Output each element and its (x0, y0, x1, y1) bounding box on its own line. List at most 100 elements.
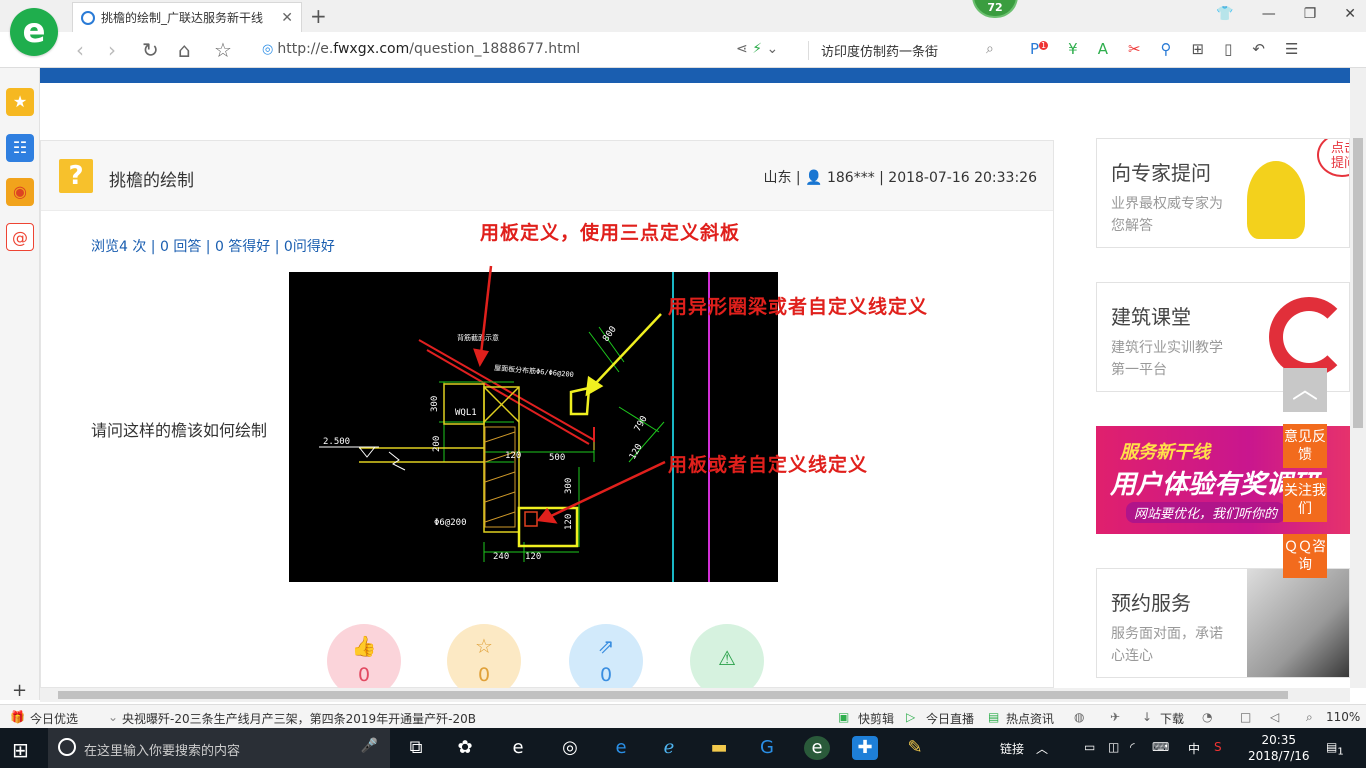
microphone-icon[interactable]: 🎤 (361, 738, 378, 754)
tab-title: 挑檐的绘制_广联达服务新干线 (101, 11, 264, 25)
back-to-top-icon[interactable]: ︿ (1283, 368, 1327, 412)
close-window-icon[interactable]: ✕ (1344, 6, 1356, 22)
horizontal-scrollbar[interactable] (40, 688, 1350, 702)
menu-icon[interactable]: ☰ (1285, 40, 1298, 58)
vertical-scrollbar[interactable] (1350, 68, 1366, 688)
network-icon[interactable]: ◫ (1108, 740, 1119, 754)
toolbar-extensions: P1 ¥ A ✂ ⚲ ⊞ ▯ ↶ ☰ (1030, 40, 1298, 58)
home-icon[interactable]: ⌂ (178, 38, 191, 62)
star-icon: ☆ (475, 634, 493, 658)
tray-link[interactable]: 链接 (1000, 740, 1024, 757)
share-icon[interactable]: ⋖ ⚡ ⌄ (736, 41, 778, 57)
ie-e-icon[interactable]: e (505, 736, 531, 760)
browser-status-bar: 🎁 今日优选 ⌄ 央视曝歼-20三条生产线月产三架，第四条2019年开通量产歼-… (0, 704, 1366, 728)
glodon-icon[interactable]: G (754, 736, 780, 760)
site-security-icon: ◎ (262, 42, 274, 57)
notes-app-icon[interactable]: ✎ (902, 736, 928, 760)
like-button[interactable]: 👍 0 (327, 624, 401, 698)
url-field[interactable]: ◎ http://e.fwxgx.com/question_1888677.htm… (262, 41, 580, 57)
favorite-button[interactable]: ☆ 0 (447, 624, 521, 698)
fan-app-icon[interactable]: ✿ (452, 736, 478, 760)
task-view-icon[interactable]: ⧉ (403, 736, 429, 760)
wifi-icon[interactable]: ◜ (1130, 740, 1135, 754)
search-input[interactable]: 访印度仿制药一条街 (808, 41, 1008, 60)
taskbar-clock[interactable]: 20:35 2018/7/16 (1248, 732, 1310, 764)
reading-mode-icon[interactable]: ▯ (1224, 40, 1232, 58)
scissors-icon[interactable]: ✂ (1128, 40, 1141, 58)
shirt-icon[interactable]: 👕 (1216, 6, 1233, 22)
vertical-scroll-thumb[interactable] (1353, 138, 1363, 428)
browser-logo-icon[interactable]: e (10, 8, 58, 56)
chevron-down-icon[interactable]: ⌄ (108, 710, 118, 724)
ie-icon[interactable]: ℯ (656, 736, 682, 760)
edge-icon[interactable]: e (608, 736, 634, 760)
follow-button[interactable]: 关注我们 (1283, 478, 1327, 522)
notifications-icon[interactable]: ▤1 (1326, 740, 1344, 757)
cad-note: 屋面板分布筋Φ6/Φ6@200 (494, 363, 574, 379)
new-tab-button[interactable]: + (310, 4, 327, 28)
undo-icon[interactable]: ↶ (1252, 40, 1265, 58)
ask-expert-card[interactable]: 向专家提问 业界最权威专家为您解答 点击提问 (1096, 138, 1350, 248)
folder-icon[interactable]: ▬ (706, 736, 732, 760)
appointment-card[interactable]: 预约服务 服务面对面，承诺心连心 (1096, 568, 1350, 678)
magnifier-icon[interactable]: ⚲ (1161, 40, 1172, 58)
kuaijian-link[interactable]: 快剪辑 (858, 710, 894, 727)
share-box-icon: ⇗ (597, 634, 615, 658)
reading-list-icon[interactable]: ☷ (6, 134, 34, 162)
battery-icon[interactable]: ▭ (1084, 740, 1095, 754)
weibo-icon[interactable]: ◉ (6, 178, 34, 206)
sogou-ime-icon[interactable]: S (1214, 740, 1222, 754)
hot-news-link[interactable]: 热点资讯 (1006, 710, 1054, 727)
ask-bubble[interactable]: 点击提问 (1317, 139, 1349, 177)
tab-close-icon[interactable]: ✕ (281, 10, 293, 26)
plus-app-icon[interactable]: ✚ (852, 736, 878, 760)
back-icon[interactable]: ‹ (76, 38, 84, 62)
mail-icon[interactable]: @ (6, 223, 34, 251)
news-ticker[interactable]: 央视曝歼-20三条生产线月产三架，第四条2019年开通量产歼-20B (122, 710, 476, 727)
level-label: 2.500 (323, 437, 350, 447)
window-controls: 👕 — ❐ ✕ (1216, 6, 1356, 22)
volume-icon[interactable]: ◁ (1270, 710, 1279, 724)
score-badge[interactable]: 72 (972, 0, 1018, 18)
extension-p-icon[interactable]: P1 (1030, 40, 1049, 58)
bookmark-star-icon[interactable]: ☆ (214, 38, 232, 62)
minimize-icon[interactable]: — (1262, 6, 1276, 22)
question-body: 请问这样的檐该如何绘制 (91, 421, 268, 440)
news-icon: ▤ (988, 710, 1000, 724)
window-icon[interactable]: □ (1240, 710, 1251, 724)
forward-icon[interactable]: › (108, 38, 116, 62)
search-icon[interactable]: ⌕ (986, 41, 994, 57)
translate-icon[interactable]: A (1098, 40, 1108, 58)
taskbar-search[interactable]: 在这里输入你要搜索的内容 🎤 (48, 728, 390, 768)
speed-icon[interactable]: ◍ (1074, 710, 1084, 724)
browser-tab[interactable]: 挑檐的绘制_广联达服务新干线 ✕ (72, 2, 302, 32)
apps-grid-icon[interactable]: ⊞ (1192, 40, 1205, 58)
settings-icon[interactable]: ◔ (1202, 710, 1212, 724)
report-button[interactable]: ⚠ (690, 624, 764, 698)
browser-active-icon[interactable]: e (804, 736, 830, 760)
feedback-button[interactable]: 意见反馈 (1283, 424, 1327, 468)
windows-start-icon[interactable]: ⊞ (12, 738, 29, 762)
share-button[interactable]: ⇗ 0 (569, 624, 643, 698)
today-picks[interactable]: 今日优选 (30, 710, 78, 727)
zoom-level[interactable]: 110% (1326, 710, 1360, 724)
download-link[interactable]: 下载 (1160, 710, 1184, 727)
zoom-icon[interactable]: ⌕ (1306, 710, 1313, 725)
keyboard-icon[interactable]: ⌨ (1152, 740, 1169, 754)
horizontal-scroll-thumb[interactable] (58, 691, 1288, 699)
money-shield-icon[interactable]: ¥ (1068, 40, 1078, 58)
tray-chevron-up-icon[interactable]: ︿ (1036, 740, 1048, 757)
app-spiral-icon[interactable]: ◎ (557, 736, 583, 760)
favorites-star-icon[interactable]: ★ (6, 88, 34, 116)
dim-label: 500 (549, 453, 565, 463)
rebar-label: Φ6@200 (434, 518, 467, 528)
live-link[interactable]: 今日直播 (926, 710, 974, 727)
input-lang[interactable]: 中 (1188, 740, 1200, 757)
restore-icon[interactable]: ❐ (1304, 6, 1317, 22)
question-stats[interactable]: 浏览4 次 | 0 回答 | 0 答得好 | 0问得好 (91, 236, 335, 256)
qq-consult-button[interactable]: ＱＱ咨询 (1283, 534, 1327, 578)
classroom-logo-icon (1269, 297, 1349, 377)
pin-icon[interactable]: ✈ (1110, 710, 1120, 724)
sidebar-add-icon[interactable]: + (12, 680, 27, 701)
refresh-icon[interactable]: ↻ (142, 38, 159, 62)
